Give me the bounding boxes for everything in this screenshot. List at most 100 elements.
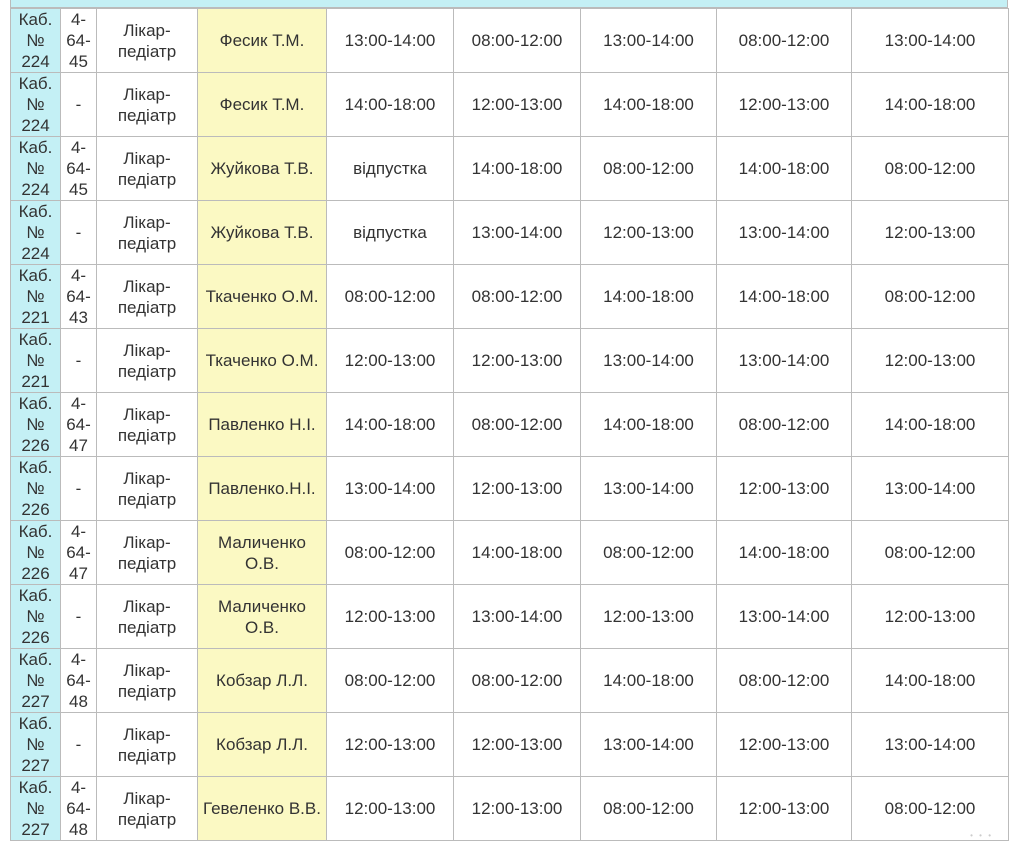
time-cell-day-3: 13:00-14:00: [580, 328, 717, 393]
time-cell-day-3: 13:00-14:00: [580, 456, 717, 521]
doctor-name-cell-line: Маличенко: [217, 532, 306, 552]
role-cell-line: педіатр: [117, 489, 177, 509]
table-row: Каб. № 226 4- 64- 47 Лікар-педіатр Павленко Н.І…: [10, 392, 1009, 457]
time-cell-day-1: 08:00-12:00: [326, 648, 454, 713]
cabinet-cell-line: №: [26, 415, 45, 434]
cabinet-cell: Каб. № 224: [10, 72, 61, 137]
time-cell-day-5: 13:00-14:00: [851, 8, 1009, 73]
role-cell: Лікар-педіатр: [96, 8, 198, 73]
phone-cell: -: [60, 712, 97, 777]
role-cell: Лікар-педіатр: [96, 776, 198, 841]
role-cell-line: педіатр: [117, 105, 177, 125]
phone-cell-line: -: [75, 351, 82, 370]
doctor-name-cell-line: Павленко.Н.І.: [208, 479, 316, 498]
phone-cell-line: 45: [69, 52, 88, 71]
cabinet-cell-line: 221: [21, 372, 50, 391]
phone-cell-line: 64-: [66, 159, 91, 178]
time-cell-day-5: 12:00-13:00: [851, 328, 1009, 393]
time-cell-day-3: 08:00-12:00: [580, 776, 717, 841]
doctor-name-cell: Павленко Н.І.: [197, 392, 327, 457]
time-cell-day-5: 13:00-14:00: [851, 712, 1009, 777]
time-cell-day-2: 12:00-13:00: [453, 712, 581, 777]
time-cell-day-1: 12:00-13:00: [326, 328, 454, 393]
role-cell-line: Лікар-: [123, 276, 171, 296]
time-cell-day-3: 14:00-18:00: [580, 72, 717, 137]
cabinet-cell-line: №: [26, 159, 45, 178]
role-cell-line: Лікар-: [123, 788, 171, 808]
cabinet-cell-line: №: [26, 799, 45, 818]
doctor-name-cell-line: Павленко Н.І.: [208, 415, 316, 434]
phone-cell: 4- 64- 45: [60, 8, 97, 73]
phone-cell-line: 4-: [70, 778, 87, 797]
role-cell: Лікар-педіатр: [96, 392, 198, 457]
role-cell: Лікар-педіатр: [96, 200, 198, 265]
cabinet-cell-line: Каб.: [18, 522, 53, 541]
role-cell-line: педіатр: [117, 745, 177, 765]
cabinet-cell: Каб. № 221: [10, 328, 61, 393]
role-cell-line: педіатр: [117, 169, 177, 189]
doctor-name-cell: Кобзар Л.Л.: [197, 648, 327, 713]
cabinet-cell-line: №: [26, 735, 45, 754]
role-cell-line: Лікар-: [123, 468, 171, 488]
cabinet-cell-line: Каб.: [18, 74, 53, 93]
time-cell-day-3: 13:00-14:00: [580, 712, 717, 777]
role-cell-line: Лікар-: [123, 84, 171, 104]
time-cell-day-5: 12:00-13:00: [851, 200, 1009, 265]
role-cell: Лікар-педіатр: [96, 328, 198, 393]
time-cell-day-3: 12:00-13:00: [580, 584, 717, 649]
role-cell: Лікар-педіатр: [96, 520, 198, 585]
cabinet-cell: Каб. № 226: [10, 520, 61, 585]
role-cell-line: Лікар-: [123, 596, 171, 616]
time-cell-day-5: 08:00-12:00: [851, 264, 1009, 329]
phone-cell-line: 48: [69, 692, 88, 711]
phone-cell-line: 48: [69, 820, 88, 839]
phone-cell: -: [60, 328, 97, 393]
time-cell-day-4: 08:00-12:00: [716, 648, 852, 713]
cabinet-cell-line: 227: [21, 756, 50, 775]
time-cell-day-3: 14:00-18:00: [580, 264, 717, 329]
cabinet-cell-line: №: [26, 223, 45, 242]
time-cell-day-1: 13:00-14:00: [326, 456, 454, 521]
table-row: Каб. № 227- Лікар-педіатр Кобзар Л.Л. 12:00-1…: [10, 712, 1009, 777]
role-cell-line: Лікар-: [123, 404, 171, 424]
doctor-name-cell-line: О.В.: [244, 617, 279, 637]
role-cell: Лікар-педіатр: [96, 72, 198, 137]
doctor-name-cell: Маличенко О.В.: [197, 584, 327, 649]
time-cell-day-1: 12:00-13:00: [326, 776, 454, 841]
time-cell-day-4: 08:00-12:00: [716, 8, 852, 73]
phone-cell-line: 4-: [70, 138, 87, 157]
time-cell-day-4: 13:00-14:00: [716, 584, 852, 649]
decorative-dots: • • •: [970, 831, 993, 840]
time-cell-day-2: 14:00-18:00: [453, 136, 581, 201]
time-cell-day-5: 08:00-12:00: [851, 136, 1009, 201]
cabinet-cell: Каб. № 227: [10, 648, 61, 713]
cabinet-cell-line: Каб.: [18, 138, 53, 157]
role-cell-line: педіатр: [117, 361, 177, 381]
cabinet-cell-line: №: [26, 671, 45, 690]
time-cell-day-1: відпустка: [326, 200, 454, 265]
cabinet-cell-line: Каб.: [18, 330, 53, 349]
doctor-name-cell: Ткаченко О.М.: [197, 328, 327, 393]
phone-cell-line: 47: [69, 564, 88, 583]
doctor-schedule-table: Каб. № 224 4- 64- 45 Лікар-педіатр Фесик Т.М. 13…: [10, 8, 1009, 841]
phone-cell: -: [60, 72, 97, 137]
time-cell-day-4: 08:00-12:00: [716, 392, 852, 457]
role-cell-line: Лікар-: [123, 148, 171, 168]
time-cell-day-1: 12:00-13:00: [326, 584, 454, 649]
time-cell-day-4: 13:00-14:00: [716, 200, 852, 265]
table-row: Каб. № 227 4- 64- 48 Лікар-педіатр Кобзар Л.Л. 0…: [10, 648, 1009, 713]
time-cell-day-4: 12:00-13:00: [716, 72, 852, 137]
cabinet-cell: Каб. № 226: [10, 456, 61, 521]
phone-cell-line: 4-: [70, 650, 87, 669]
doctor-name-cell-line: Ткаченко О.М.: [205, 287, 319, 306]
phone-cell: 4- 64- 45: [60, 136, 97, 201]
cabinet-cell-line: 226: [21, 628, 50, 647]
time-cell-day-4: 13:00-14:00: [716, 328, 852, 393]
table-row: Каб. № 221- Лікар-педіатр Ткаченко О.М. 12:00…: [10, 328, 1009, 393]
cabinet-cell-line: 224: [21, 180, 50, 199]
doctor-name-cell: Гевеленко В.В.: [197, 776, 327, 841]
time-cell-day-5: 13:00-14:00: [851, 456, 1009, 521]
cabinet-cell-line: Каб.: [18, 10, 53, 29]
role-cell-line: педіатр: [117, 233, 177, 253]
role-cell-line: педіатр: [117, 425, 177, 445]
